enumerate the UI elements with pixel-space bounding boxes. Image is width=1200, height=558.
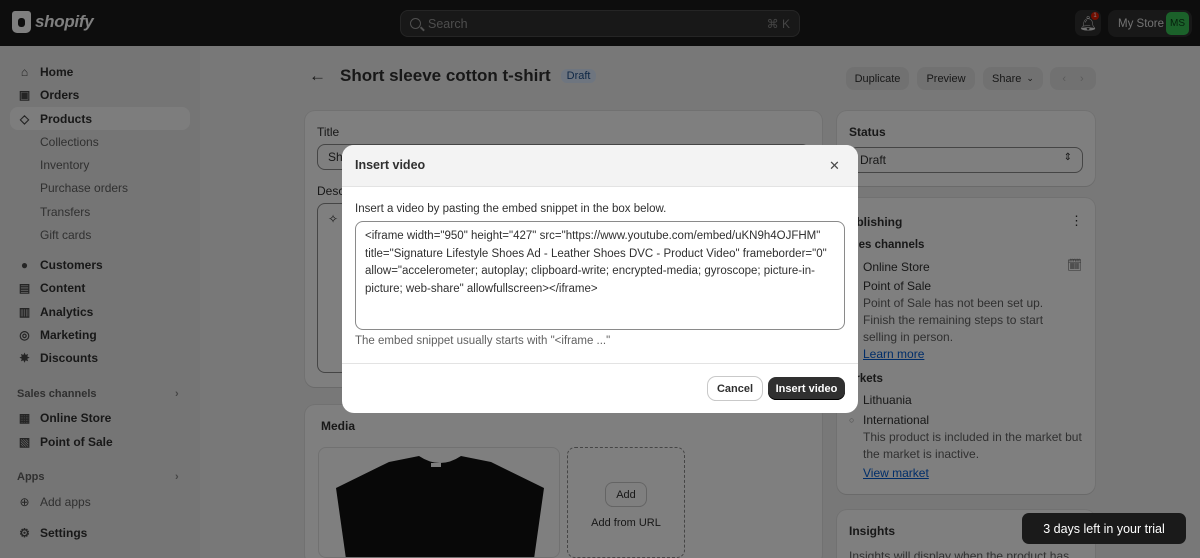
insert-video-button[interactable]: Insert video <box>768 377 845 400</box>
modal-header: Insert video ✕ <box>342 145 858 187</box>
cancel-button[interactable]: Cancel <box>708 377 762 400</box>
modal-footer-divider <box>342 363 858 364</box>
modal-description: Insert a video by pasting the embed snip… <box>355 203 667 215</box>
embed-snippet-textarea[interactable]: <iframe width="950" height="427" src="ht… <box>355 221 845 330</box>
insert-video-modal: Insert video ✕ Insert a video by pasting… <box>342 145 858 413</box>
close-icon[interactable]: ✕ <box>829 158 840 174</box>
embed-help-text: The embed snippet usually starts with "<… <box>355 335 611 347</box>
modal-title: Insert video <box>355 158 426 172</box>
trial-banner[interactable]: 3 days left in your trial <box>1022 513 1186 544</box>
